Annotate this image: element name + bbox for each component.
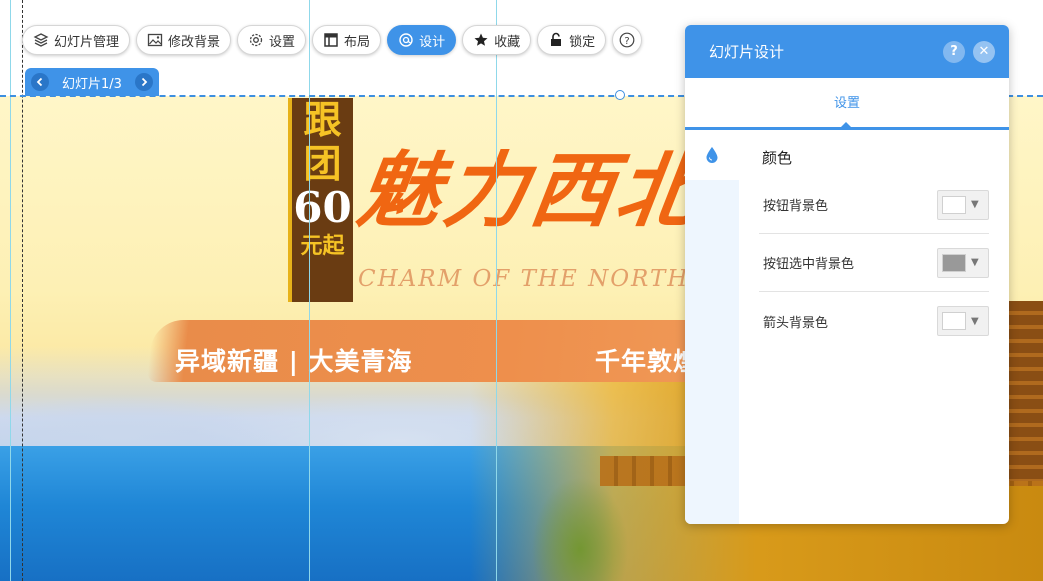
chevron-down-icon: ▼ <box>971 257 979 268</box>
chevron-left-icon <box>36 77 43 87</box>
favorite-label: 收藏 <box>494 34 521 50</box>
help-icon: ? <box>619 32 635 48</box>
slides-manage-label: 幻灯片管理 <box>54 34 120 50</box>
side-rail-color[interactable] <box>685 130 739 180</box>
button-bg-color-picker[interactable]: ▼ <box>937 189 989 220</box>
chevron-down-icon: ▼ <box>971 199 979 210</box>
promo-tag: 跟 团 60 元起 <box>288 98 353 302</box>
layout-button[interactable]: 布局 <box>312 25 382 55</box>
prop-row-button-selected-bg: 按钮选中背景色 ▼ <box>759 234 989 292</box>
prop-row-button-bg: 按钮背景色 ▼ <box>759 176 989 234</box>
guide-line <box>496 0 497 581</box>
guide-line <box>10 0 11 581</box>
slide-design-panel: 幻灯片设计 ? ✕ 设置 颜色 按钮背景色 ▼ 按钮选中背景色 ▼ 箭头背景色 … <box>685 25 1009 524</box>
main-title: 魅力西北 <box>352 143 710 239</box>
star-icon <box>473 32 489 48</box>
prop-label: 按钮背景色 <box>763 199 829 214</box>
prop-label: 按钮选中背景色 <box>763 257 855 272</box>
slides-manage-button[interactable]: 幻灯片管理 <box>22 25 131 55</box>
color-swatch <box>942 312 966 330</box>
tower-image <box>1005 301 1043 481</box>
help-button[interactable]: ? <box>612 25 643 55</box>
button-selected-bg-color-picker[interactable]: ▼ <box>937 247 989 278</box>
panel-help-button[interactable]: ? <box>943 40 965 63</box>
change-background-label: 修改背景 <box>168 34 221 50</box>
toolbar: 幻灯片管理 修改背景 设置 布局 设计 收藏 锁定 ? <box>22 25 643 55</box>
design-button[interactable]: 设计 <box>387 25 457 55</box>
section-title-color: 颜色 <box>762 149 793 167</box>
guide-line <box>309 0 310 581</box>
panel-side-rail <box>685 130 739 524</box>
lock-button[interactable]: 锁定 <box>537 25 607 55</box>
promo-unit: 元起 <box>300 234 345 259</box>
subtitle-right: 千年敦煌 <box>595 347 700 376</box>
close-icon: ✕ <box>978 44 990 59</box>
prop-label: 箭头背景色 <box>763 315 829 331</box>
arrow-bg-color-picker[interactable]: ▼ <box>937 306 989 336</box>
change-background-button[interactable]: 修改背景 <box>136 25 232 55</box>
design-label: 设计 <box>419 34 446 50</box>
panel-close-button[interactable]: ✕ <box>973 40 995 63</box>
guide-line <box>22 0 23 581</box>
droplet-icon <box>706 147 718 163</box>
gear-icon <box>248 32 264 48</box>
panel-title: 幻灯片设计 <box>709 43 785 61</box>
chevron-down-icon: ▼ <box>971 315 979 327</box>
svg-text:?: ? <box>624 36 629 47</box>
layout-icon <box>323 32 339 48</box>
lock-icon <box>548 32 564 48</box>
lock-label: 锁定 <box>569 34 596 50</box>
panel-header: 幻灯片设计 ? ✕ <box>685 25 1009 78</box>
favorite-button[interactable]: 收藏 <box>462 25 532 55</box>
color-swatch <box>942 195 966 214</box>
foliage-background <box>520 476 640 581</box>
layout-label: 布局 <box>344 34 371 50</box>
selection-handle[interactable] <box>615 90 625 100</box>
palette-icon <box>398 32 414 48</box>
prev-slide-button[interactable] <box>31 73 49 91</box>
settings-button[interactable]: 设置 <box>237 25 307 55</box>
tab-settings[interactable]: 设置 <box>834 92 860 111</box>
slide-counter: 幻灯片1/3 <box>62 76 122 92</box>
promo-price: 60 <box>293 183 352 232</box>
tab-active-indicator <box>840 122 852 128</box>
layers-icon <box>33 32 49 48</box>
panel-body: 颜色 按钮背景色 ▼ 按钮选中背景色 ▼ 箭头背景色 ▼ <box>685 130 1009 524</box>
image-icon <box>147 32 163 48</box>
color-swatch <box>942 253 966 272</box>
help-icon: ? <box>950 44 958 59</box>
prop-row-arrow-bg: 箭头背景色 ▼ <box>759 292 989 350</box>
next-slide-button[interactable] <box>135 73 153 91</box>
subtitle-left: 异域新疆 | 大美青海 <box>175 347 413 376</box>
slide-pager: 幻灯片1/3 <box>25 68 159 96</box>
chevron-right-icon <box>141 77 148 87</box>
settings-label: 设置 <box>269 34 296 50</box>
panel-tabs: 设置 <box>685 78 1009 130</box>
